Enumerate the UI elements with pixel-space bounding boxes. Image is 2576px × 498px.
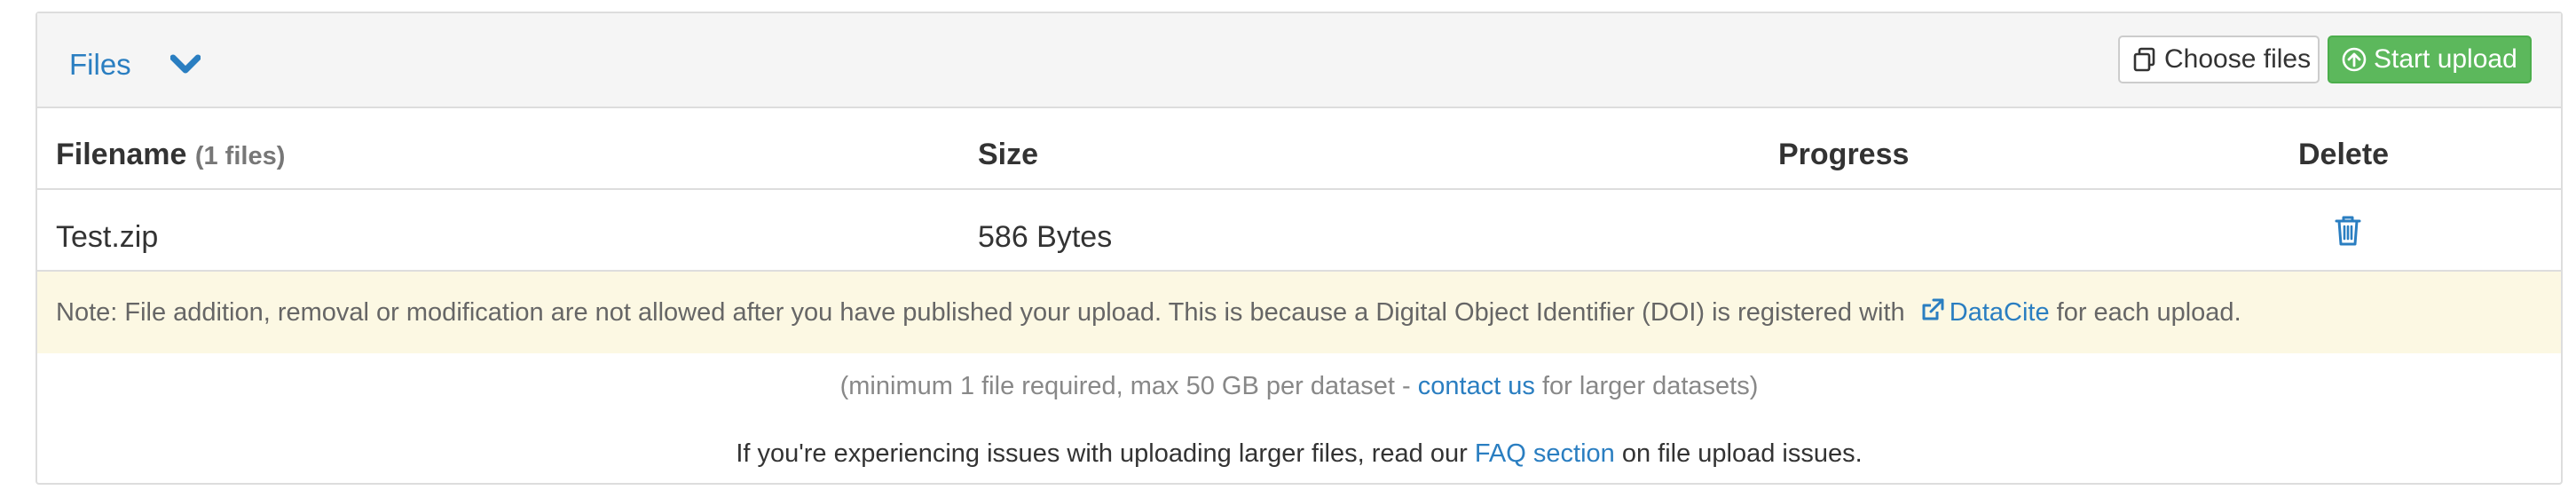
start-upload-label: Start upload (2374, 44, 2517, 74)
start-upload-button[interactable]: Start upload (2328, 36, 2532, 83)
faq-text-after: on file upload issues. (1614, 439, 1863, 468)
note-text-after: for each upload. (2049, 297, 2241, 327)
column-header-delete: Delete (2298, 138, 2390, 171)
requirements-info: (minimum 1 file required, max 50 GB per … (37, 372, 2561, 401)
column-header-filename: Filename (1 files) (56, 138, 285, 172)
column-header-progress: Progress (1778, 138, 1910, 171)
files-panel: Files Choose files Start upload Filename… (35, 12, 2563, 485)
faq-section-link[interactable]: FAQ section (1475, 439, 1615, 468)
file-count: (1 files) (194, 142, 286, 170)
files-toggle[interactable]: Files (69, 40, 201, 90)
column-header-size: Size (978, 138, 1039, 171)
filename-header-label: Filename (56, 138, 187, 171)
datacite-link[interactable]: DataCite (1950, 298, 2050, 328)
chevron-down-icon (169, 50, 201, 80)
header-divider (37, 188, 2561, 190)
file-size: 586 Bytes (978, 220, 1113, 254)
note-text: Note: File addition, removal or modifica… (56, 297, 1912, 327)
note-alert: Note: File addition, removal or modifica… (37, 272, 2561, 353)
faq-text: If you're experiencing issues with uploa… (736, 439, 1475, 468)
arrow-circle-up-icon (2340, 45, 2368, 74)
choose-files-button[interactable]: Choose files (2118, 36, 2320, 83)
file-name: Test.zip (56, 220, 159, 254)
panel-title: Files (69, 48, 131, 81)
external-link-icon (1919, 296, 1946, 323)
requirements-text-after: for larger datasets) (1534, 372, 1759, 400)
faq-info: If you're experiencing issues with uploa… (37, 439, 2561, 469)
requirements-text: (minimum 1 file required, max 50 GB per … (839, 372, 1418, 400)
contact-us-link[interactable]: contact us (1418, 372, 1535, 400)
copy-icon (2131, 45, 2159, 74)
panel-header: Files Choose files Start upload (37, 13, 2561, 108)
trash-icon[interactable] (2328, 211, 2367, 250)
choose-files-label: Choose files (2164, 44, 2312, 74)
